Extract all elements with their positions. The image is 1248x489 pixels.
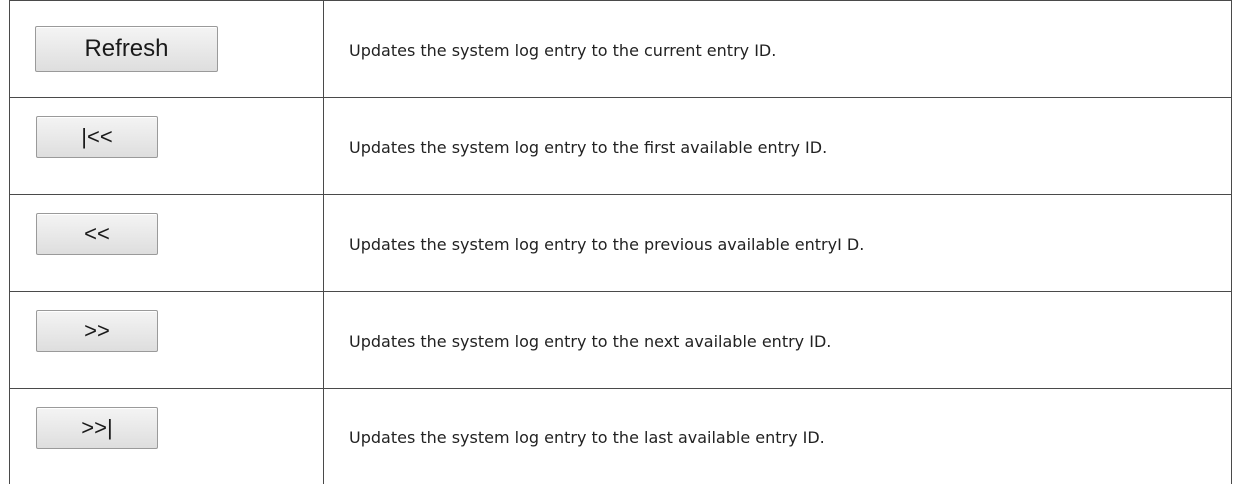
button-cell: |<< [9, 97, 324, 195]
description-cell: Updates the system log entry to the next… [323, 291, 1232, 389]
table-row: Refresh Updates the system log entry to … [9, 0, 1232, 98]
button-cell: Refresh [9, 0, 324, 98]
description-text: Updates the system log entry to the last… [349, 428, 825, 447]
next-entry-button[interactable]: >> [36, 310, 158, 352]
refresh-button[interactable]: Refresh [35, 26, 218, 72]
button-cell: >> [9, 291, 324, 389]
description-cell: Updates the system log entry to the curr… [323, 0, 1232, 98]
table-row: >>| Updates the system log entry to the … [9, 388, 1232, 484]
description-cell: Updates the system log entry to the prev… [323, 194, 1232, 292]
previous-entry-button[interactable]: << [36, 213, 158, 255]
button-cell: >>| [9, 388, 324, 484]
last-entry-button[interactable]: >>| [36, 407, 158, 449]
table-row: << Updates the system log entry to the p… [9, 194, 1232, 292]
table-row: |<< Updates the system log entry to the … [9, 97, 1232, 195]
button-reference-table: Refresh Updates the system log entry to … [9, 0, 1232, 484]
description-cell: Updates the system log entry to the last… [323, 388, 1232, 484]
description-text: Updates the system log entry to the prev… [349, 234, 865, 254]
description-text: Updates the system log entry to the firs… [349, 137, 828, 157]
description-cell: Updates the system log entry to the firs… [323, 97, 1232, 195]
table-row: >> Updates the system log entry to the n… [9, 291, 1232, 389]
description-text: Updates the system log entry to the next… [349, 331, 832, 351]
first-entry-button[interactable]: |<< [36, 116, 158, 158]
button-cell: << [9, 194, 324, 292]
description-text: Updates the system log entry to the curr… [349, 40, 777, 60]
